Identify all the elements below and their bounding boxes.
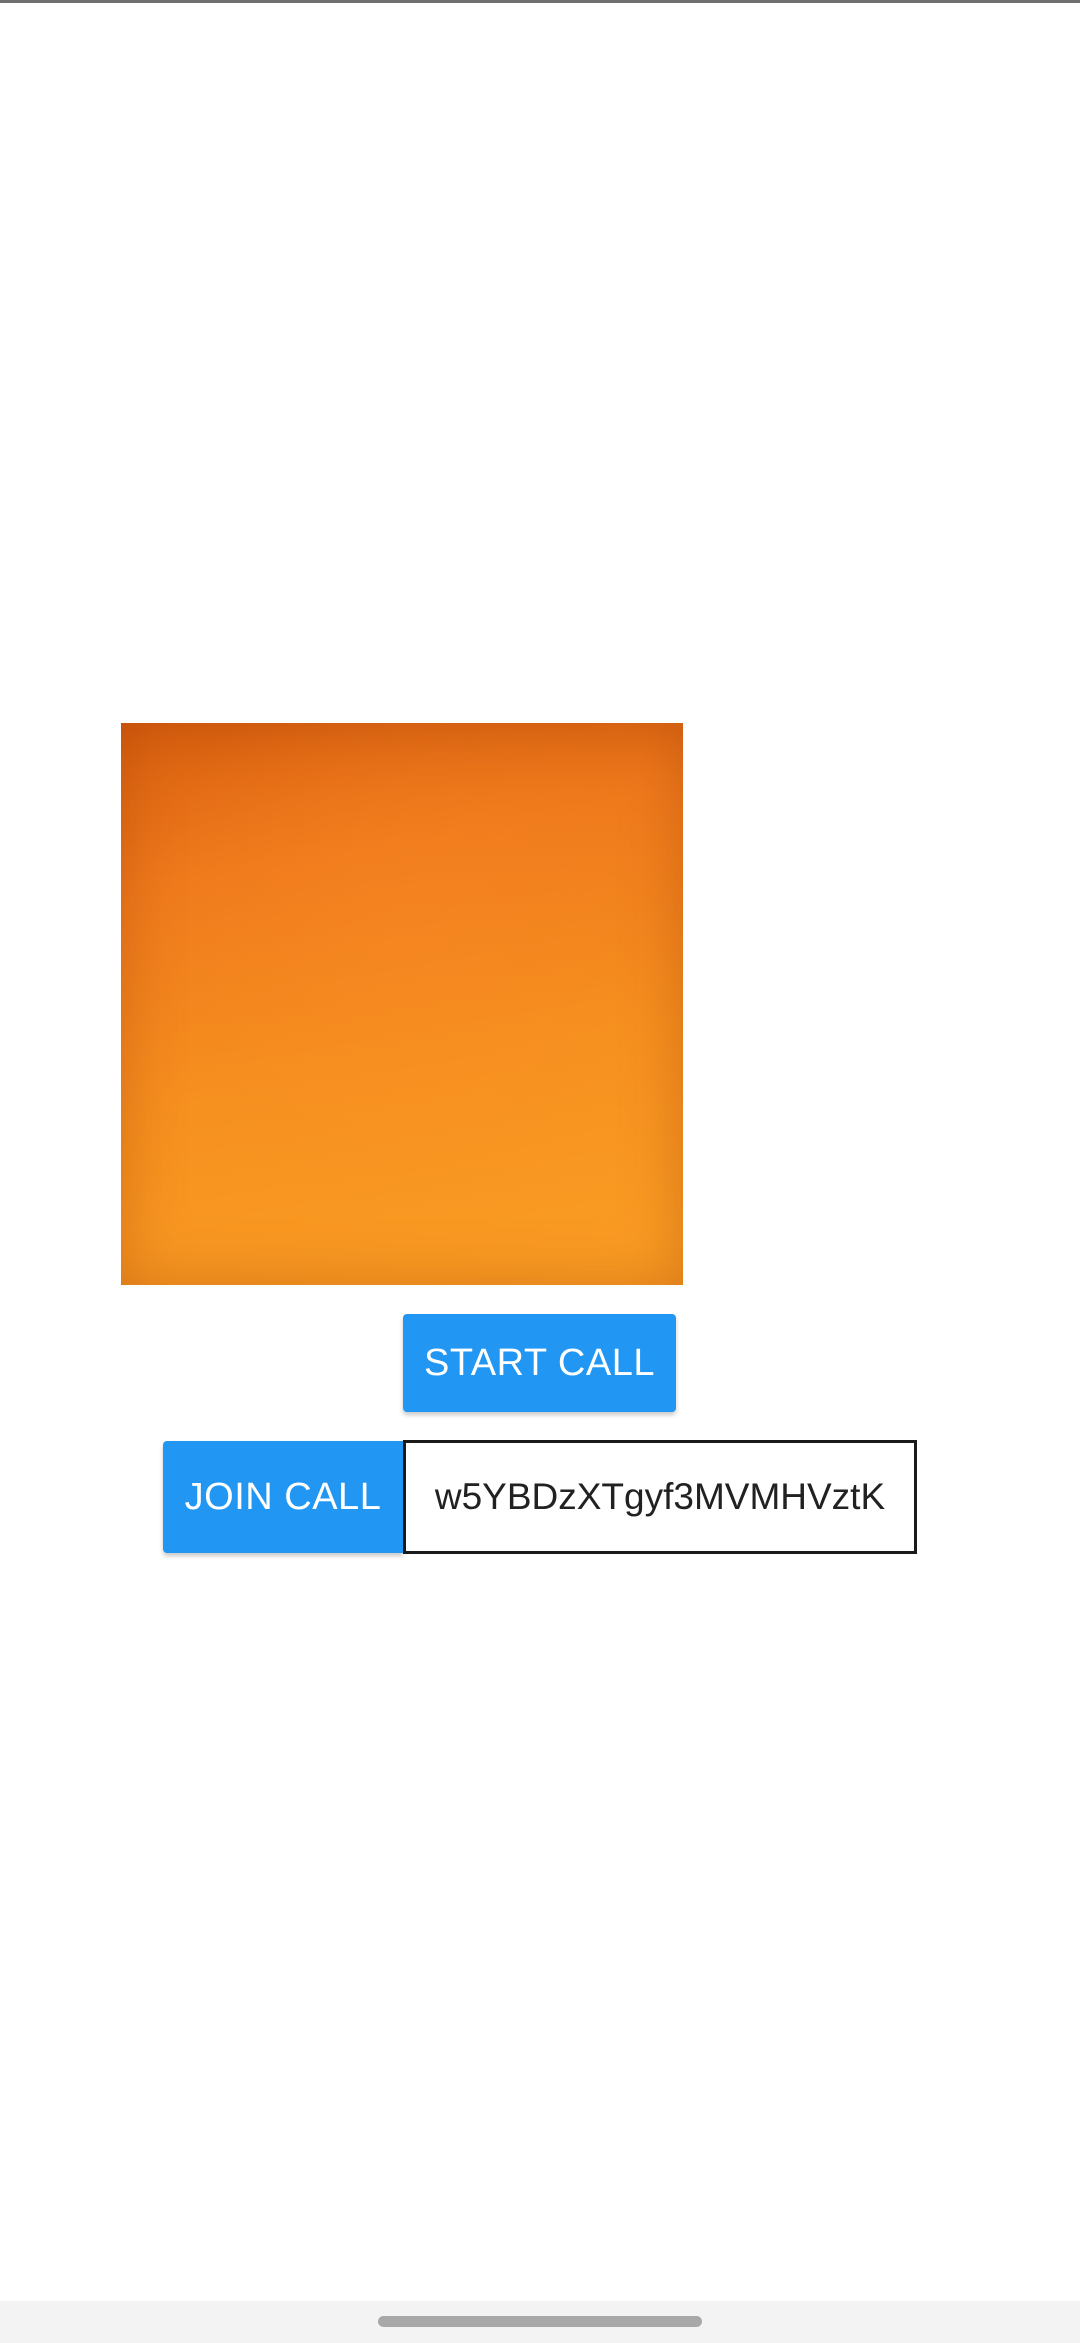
call-id-field[interactable]: w5YBDzXTgyf3MVMHVztK <box>403 1440 917 1554</box>
status-bar-edge <box>0 0 1080 3</box>
local-video-preview <box>121 723 683 1285</box>
app-screen: START CALL JOIN CALL w5YBDzXTgyf3MVMHVzt… <box>0 0 1080 2343</box>
join-call-button[interactable]: JOIN CALL <box>163 1441 403 1553</box>
home-gesture-handle[interactable] <box>378 2316 702 2327</box>
navigation-bar <box>0 2301 1080 2343</box>
start-call-button[interactable]: START CALL <box>403 1314 676 1412</box>
